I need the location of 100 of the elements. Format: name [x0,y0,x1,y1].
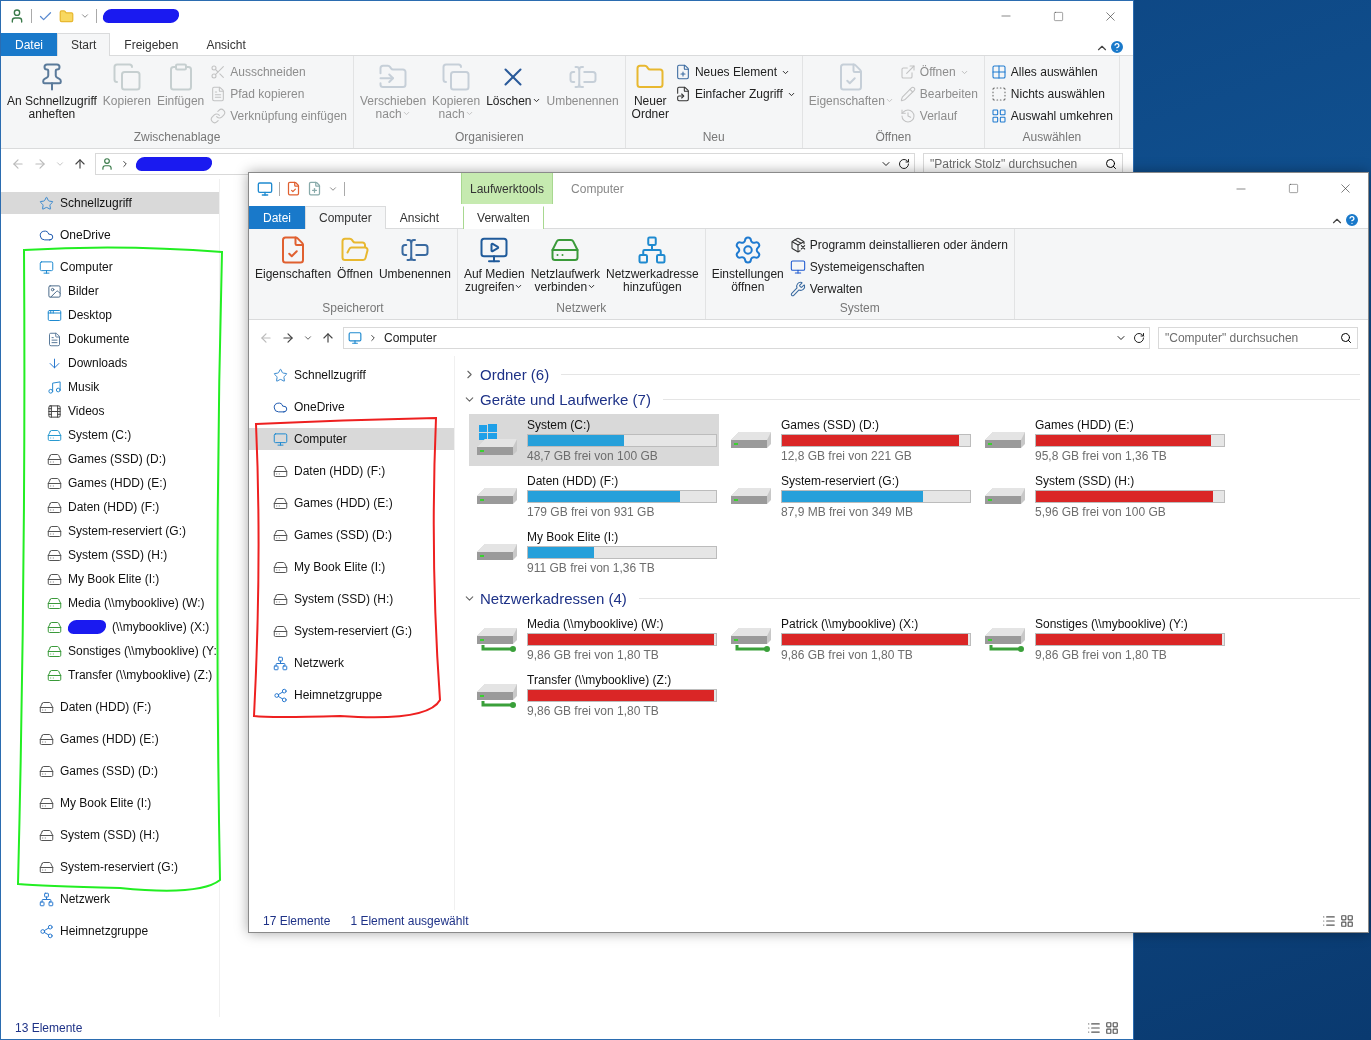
nav-item[interactable]: Daten (HDD) (F:) [1,696,219,718]
back-icon[interactable] [11,157,25,171]
tiles-view-icon[interactable] [1340,914,1354,928]
drive-tile[interactable]: Patrick (\\mybooklive) (X:) 9,86 GB frei von 1,80 TB [723,613,973,665]
nav-item[interactable]: Computer [249,428,454,450]
up-icon[interactable] [73,157,87,171]
ribbon-button[interactable]: Neues Element [672,62,798,82]
nav-item[interactable]: Musik [1,376,219,398]
nav-item[interactable]: Videos [1,400,219,422]
ribbon-button[interactable]: Alles auswählen [988,62,1115,82]
ribbon-button[interactable]: Löschen [484,60,543,130]
nav-item[interactable]: Heimnetzgruppe [1,920,219,942]
nav-item[interactable]: OneDrive [1,224,219,246]
nav-item[interactable]: Media (\\mybooklive) (W:) [1,592,219,614]
nav-item[interactable]: Games (SSD) (D:) [1,760,219,782]
drive-tile[interactable]: System (C:) 48,7 GB frei von 100 GB [469,414,719,466]
nav-item[interactable]: OneDrive [249,396,454,418]
drive-tile[interactable]: Daten (HDD) (F:) 179 GB frei von 931 GB [469,470,719,522]
drive-tile[interactable]: Games (HDD) (E:) 95,8 GB frei von 1,36 TB [977,414,1227,466]
ribbon-tab[interactable]: Ansicht [385,206,454,229]
nav-item[interactable]: Sonstiges (\\mybooklive) (Y: [1,640,219,662]
group-header[interactable]: Ordner (6) [463,364,1360,385]
nav-item[interactable]: Schnellzugriff [249,364,454,386]
nav-item[interactable]: Netzwerk [249,652,454,674]
nav-item[interactable]: My Book Elite (I:) [249,556,454,578]
nav-item[interactable]: (\\mybooklive) (X:) [1,616,219,638]
drive-tile[interactable]: Media (\\mybooklive) (W:) 9,86 GB frei von 1,80 TB [469,613,719,665]
nav-item[interactable]: Daten (HDD) (F:) [1,496,219,518]
drive-tile[interactable]: System-reserviert (G:) 87,9 MB frei von 349 MB [723,470,973,522]
folder-icon[interactable] [59,8,74,24]
nav-item[interactable]: Netzwerk [1,888,219,910]
nav-item[interactable]: System (C:) [1,424,219,446]
nav-item[interactable]: System-reserviert (G:) [1,856,219,878]
nav-item[interactable]: Bilder [1,280,219,302]
search-field[interactable]: "Computer" durchsuchen [1158,327,1358,349]
nav-item[interactable]: My Book Elite (I:) [1,792,219,814]
nav-item[interactable]: Desktop [1,304,219,326]
details-view-icon[interactable] [1087,1021,1101,1035]
ribbon-tab[interactable]: Verwalten [463,206,544,229]
nav-item[interactable]: Downloads [1,352,219,374]
help-icon[interactable] [1109,39,1125,55]
ribbon-button[interactable]: Eigenschaften [253,233,334,301]
ribbon-button[interactable]: Netzlaufwerk verbinden [528,233,602,301]
nav-item[interactable]: Heimnetzgruppe [249,684,454,706]
ribbon-button[interactable]: Umbenennen [376,233,453,301]
ribbon-button[interactable]: Öffnen [335,233,375,301]
drive-tile[interactable]: Sonstiges (\\mybooklive) (Y:) 9,86 GB frei von 1,80 TB [977,613,1227,665]
up-icon[interactable] [321,331,335,345]
recent-icon[interactable] [303,333,313,343]
refresh-icon[interactable] [1133,332,1145,344]
ribbon-tab[interactable]: Start [57,33,111,56]
nav-item[interactable]: System-reserviert (G:) [249,620,454,642]
search-field[interactable]: "Patrick Stolz" durchsuchen [923,153,1123,175]
ribbon-button[interactable]: Programm deinstallieren oder ändern [787,235,1010,255]
maximize-icon[interactable] [1287,183,1299,194]
nav-item[interactable]: System (SSD) (H:) [249,588,454,610]
caret-icon[interactable] [80,11,90,21]
nav-item[interactable]: Transfer (\\mybooklive) (Z:) [1,664,219,686]
refresh-icon[interactable] [898,158,910,170]
nav-item[interactable]: Games (SSD) (D:) [1,448,219,470]
group-header[interactable]: Netzwerkadressen (4) [463,588,1360,609]
back-icon[interactable] [259,331,273,345]
nav-item[interactable]: Schnellzugriff [1,192,219,214]
nav-item[interactable]: My Book Elite (I:) [1,568,219,590]
ribbon-tab[interactable]: Ansicht [192,33,260,56]
ribbon-button[interactable]: Nichts auswählen [988,84,1115,104]
address-field[interactable]: Computer [343,327,1150,349]
maximize-icon[interactable] [1052,10,1064,22]
nav-item[interactable]: Games (HDD) (E:) [1,728,219,750]
ribbon-button[interactable]: Systemeigenschaften [787,257,1010,277]
ribbon-tab[interactable]: Datei [1,33,57,56]
nav-item[interactable]: System (SSD) (H:) [1,544,219,566]
drive-tile[interactable]: My Book Elite (I:) 911 GB frei von 1,36 TB [469,526,719,578]
ribbon-tab[interactable]: Freigeben [110,33,193,56]
ribbon-button[interactable]: Verwalten [787,279,1010,299]
drive-tile[interactable]: Transfer (\\mybooklive) (Z:) 9,86 GB frei von 1,80 TB [469,669,719,721]
forward-icon[interactable] [281,331,295,345]
nav-item[interactable]: Daten (HDD) (F:) [249,460,454,482]
ribbon-button[interactable]: Auswahl umkehren [988,106,1115,126]
ribbon-button[interactable]: Neuer Ordner [629,60,671,130]
nav-item[interactable]: Games (HDD) (E:) [1,472,219,494]
help-icon[interactable] [1344,212,1360,228]
ribbon-tab[interactable]: Computer [305,206,386,229]
nav-item[interactable]: Computer [1,256,219,278]
drive-tile[interactable]: Games (SSD) (D:) 12,8 GB frei von 221 GB [723,414,973,466]
ribbon-button[interactable]: An Schnellzugriff anheften [5,60,99,130]
nav-item[interactable]: Dokumente [1,328,219,350]
tiles-view-icon[interactable] [1105,1021,1119,1035]
ribbon-button[interactable]: Einstellungen öffnen [709,233,786,301]
group-header[interactable]: Geräte und Laufwerke (7) [463,389,1360,410]
nav-item[interactable]: Games (HDD) (E:) [249,492,454,514]
ribbon-button[interactable]: Auf Medien zugreifen [461,233,527,301]
nav-item[interactable]: System-reserviert (G:) [1,520,219,542]
ribbon-tab[interactable]: Datei [249,206,305,229]
ribbon-button[interactable]: Einfacher Zugriff [672,84,798,104]
details-view-icon[interactable] [1322,914,1336,928]
ribbon-button[interactable]: Netzwerkadresse hinzufügen [604,233,701,301]
nav-item[interactable]: Games (SSD) (D:) [249,524,454,546]
drive-tile[interactable]: System (SSD) (H:) 5,96 GB frei von 100 GB [977,470,1227,522]
nav-item[interactable]: System (SSD) (H:) [1,824,219,846]
